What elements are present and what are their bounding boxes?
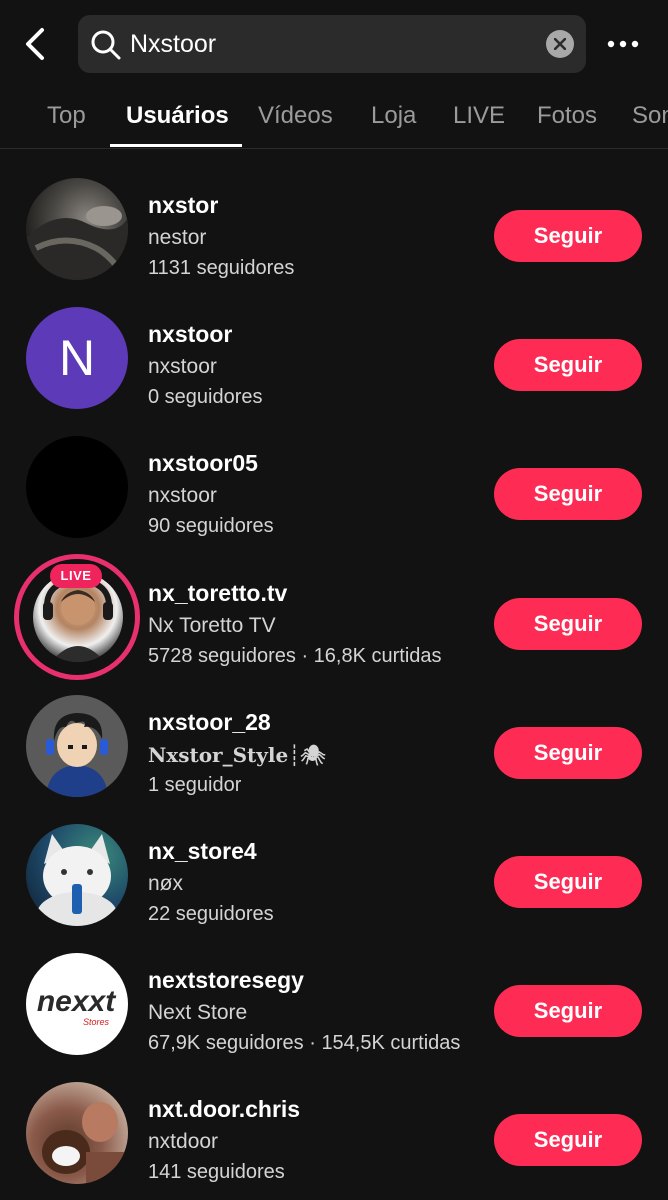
follower-count: 0 seguidores [148,386,263,408]
clear-search-button[interactable] [546,30,574,58]
username[interactable]: nxstor [148,192,218,219]
follow-button[interactable]: Seguir [494,210,642,262]
follow-button[interactable]: Seguir [494,339,642,391]
search-input[interactable] [130,15,530,73]
follower-count: 90 seguidores [148,515,274,537]
chevron-left-icon [26,28,44,60]
brand-logo-icon: nexxt Stores [37,985,117,1027]
nickname: nxstoor [148,484,217,507]
user-row[interactable]: nxt.door.chris nxtdoor 141 seguidores Se… [0,1076,668,1188]
follower-count: 67,9K seguidores · 154,5K curtidas [148,1032,461,1054]
user-row[interactable]: LIVE nx_toretto.tv Nx Toretto TV 5728 se… [0,554,668,680]
avatar[interactable] [26,824,128,926]
search-icon [91,30,121,60]
avatar[interactable] [26,178,128,280]
tab-loja[interactable]: Loja [371,102,416,130]
tab-live[interactable]: LIVE [453,102,505,130]
photo-avatar-icon [26,206,128,280]
username[interactable]: nxstoor05 [148,450,258,477]
follower-count: 22 seguidores [148,903,274,925]
tab-sons[interactable]: Sons [632,102,668,130]
follow-button[interactable]: Seguir [494,598,642,650]
nickname: nxstoor [148,355,217,378]
back-button[interactable] [18,24,54,64]
user-row[interactable]: nxstoor05 nxstoor 90 seguidores Seguir [0,430,668,542]
user-row[interactable]: N nxstoor nxstoor 0 seguidores Seguir [0,301,668,413]
top-bar [0,0,668,88]
follower-count: 1 seguidor [148,774,242,796]
close-icon [554,38,566,50]
more-horizontal-icon [607,40,639,48]
user-row[interactable]: nexxt Stores nextstoresegy Next Store 67… [0,947,668,1059]
follower-count: 1131 seguidores [148,257,295,279]
avatar[interactable] [26,695,128,797]
active-tab-indicator [110,144,242,147]
tab-fotos[interactable]: Fotos [537,102,597,130]
username[interactable]: nxstoor [148,321,232,348]
nickname: Next Store [148,1001,248,1024]
avatar[interactable]: nexxt Stores [26,953,128,1055]
user-row[interactable]: nxstoor_28 Nxstor_Style┊🕷 1 seguidor Seg… [0,689,668,801]
svg-text:Stores: Stores [83,1017,110,1027]
follower-count: 5728 seguidores · 16,8K curtidas [148,645,442,667]
nickname: nøx [148,872,184,895]
follow-button[interactable]: Seguir [494,468,642,520]
nickname: Nx Toretto TV [148,614,276,637]
search-box[interactable] [78,15,586,73]
follow-button[interactable]: Seguir [494,856,642,908]
username[interactable]: nx_toretto.tv [148,580,287,607]
user-row[interactable]: nx_store4 nøx 22 seguidores Seguir [0,818,668,930]
more-options-button[interactable] [606,30,640,58]
tab-top[interactable]: Top [47,102,86,130]
follow-button[interactable]: Seguir [494,727,642,779]
username[interactable]: nxstoor_28 [148,709,271,736]
photo-avatar-icon [42,1102,126,1184]
cartoon-avatar-icon [46,713,108,797]
svg-text:nexxt: nexxt [37,985,117,1018]
follow-button[interactable]: Seguir [494,1114,642,1166]
live-badge: LIVE [50,564,102,588]
avatar[interactable] [26,1082,128,1184]
avatar[interactable]: N [26,307,128,409]
search-tabs: Top Usuários Vídeos Loja LIVE Fotos Sons [0,88,668,149]
nickname: nestor [148,226,207,249]
username[interactable]: nextstoresegy [148,967,304,994]
follow-button[interactable]: Seguir [494,985,642,1037]
user-row[interactable]: nxstor nestor 1131 seguidores Seguir [0,172,668,284]
nickname: nxtdoor [148,1130,219,1153]
tab-usuarios[interactable]: Usuários [126,102,229,130]
nickname: Nxstor_Style┊🕷 [148,743,326,767]
username[interactable]: nx_store4 [148,838,257,865]
tab-videos[interactable]: Vídeos [258,102,333,130]
avatar[interactable] [26,436,128,538]
username[interactable]: nxt.door.chris [148,1096,300,1123]
cat-avatar-icon [37,834,117,926]
follower-count: 141 seguidores [148,1161,285,1183]
